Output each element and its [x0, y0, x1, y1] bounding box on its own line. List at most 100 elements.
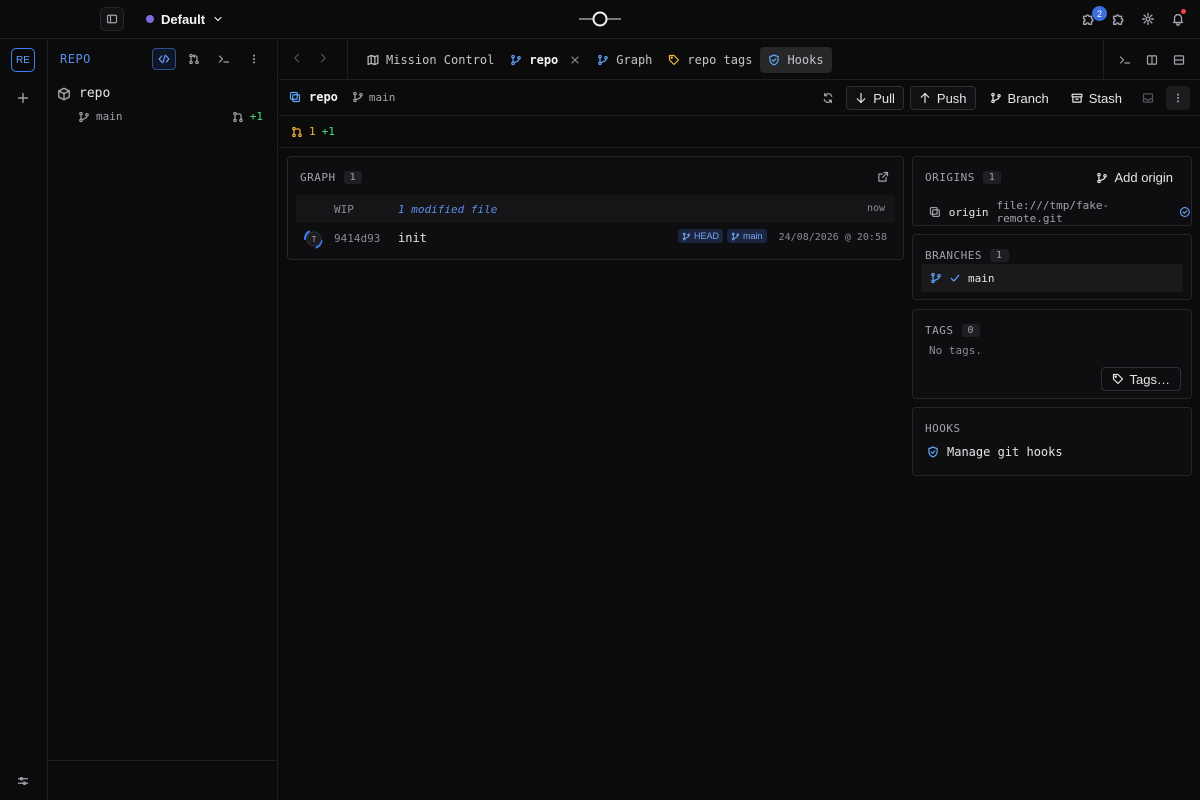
tab-graph[interactable]: Graph — [589, 47, 660, 73]
commit-row[interactable]: T 9414d93 init HEAD main 24/08/2026 @ 20… — [296, 225, 895, 251]
forward-arrow-icon[interactable] — [317, 52, 329, 64]
branch-icon — [682, 232, 691, 240]
refresh-button[interactable] — [816, 86, 840, 110]
sidebar-icon — [106, 14, 118, 24]
branch-icon — [731, 232, 740, 240]
terminal-button[interactable] — [212, 48, 236, 70]
more-vertical-icon — [252, 54, 256, 64]
wip-time: now — [866, 203, 885, 214]
graph-card: GRAPH 1 WIP 1 modified file now T 9414d9… — [287, 156, 904, 260]
more-options-button[interactable] — [242, 48, 266, 70]
tab-repo[interactable]: repo — [502, 47, 589, 73]
code-view-button[interactable] — [152, 48, 176, 70]
origins-count: 1 — [982, 171, 1002, 184]
graph-title: GRAPH — [300, 171, 336, 184]
bell-icon — [1172, 13, 1184, 26]
pull-button[interactable]: Pull — [846, 86, 904, 110]
terminal-icon[interactable] — [1119, 54, 1131, 66]
commit-hash: 9414d93 — [334, 232, 381, 245]
sliders-icon — [17, 776, 29, 786]
ref-label: main — [743, 231, 763, 241]
refresh-icon — [823, 92, 833, 104]
changes-bar: 1 +1 — [279, 116, 1200, 148]
add-project-button[interactable] — [16, 91, 30, 105]
rail-settings-button[interactable] — [17, 775, 29, 787]
notification-badge: 2 — [1092, 6, 1107, 21]
branch-icon — [990, 92, 1001, 104]
check-icon — [950, 274, 960, 282]
tab-hooks[interactable]: Hooks — [760, 47, 832, 73]
tab-label: repo tags — [687, 53, 753, 67]
origins-title: ORIGINS — [925, 171, 975, 184]
chevron-down-icon — [214, 16, 222, 22]
split-vertical-icon[interactable] — [1146, 54, 1158, 66]
repo-sidebar: REPO repo main +1 — [48, 40, 278, 800]
branch-icon — [511, 54, 522, 66]
close-icon[interactable] — [569, 54, 581, 66]
commit-node: T — [303, 230, 323, 249]
stash-pop-button[interactable] — [1136, 86, 1160, 110]
package-icon — [58, 87, 70, 100]
tags-button[interactable]: Tags… — [1100, 367, 1181, 391]
unread-dot — [1181, 9, 1186, 14]
open-graph-button[interactable] — [877, 171, 889, 183]
terminal-icon — [218, 55, 230, 63]
project-button[interactable]: RE — [11, 48, 35, 72]
plugins-button[interactable] — [1110, 9, 1126, 29]
graph-count: 1 — [343, 171, 363, 184]
branches-count: 1 — [989, 249, 1009, 262]
change-summary[interactable]: 1 +1 — [291, 125, 335, 138]
workspace-switcher[interactable]: Default — [146, 10, 224, 28]
manage-hooks-link[interactable]: Manage git hooks — [927, 445, 1063, 459]
origin-url: file:///tmp/fake-remote.git — [996, 199, 1110, 225]
tab-label: Graph — [616, 53, 653, 67]
manage-hooks-label: Manage git hooks — [947, 445, 1063, 459]
tab-mission-control[interactable]: Mission Control — [359, 47, 502, 73]
tag-icon — [1112, 373, 1123, 385]
repo-toolbar: repo main Pull Push Branch Stash — [279, 80, 1200, 116]
add-origin-button[interactable]: Add origin — [1096, 170, 1173, 185]
origin-name: origin — [948, 205, 989, 219]
branch-label: Branch — [1007, 90, 1049, 106]
tags-button-label: Tags… — [1129, 371, 1170, 387]
origin-row[interactable]: origin file:///tmp/fake-remote.git — [929, 199, 1191, 225]
tab-repo-tags[interactable]: repo tags — [660, 47, 760, 73]
repo-name: repo — [309, 90, 338, 104]
hooks-title: HOOKS — [925, 422, 961, 435]
extensions-button[interactable]: 2 — [1080, 6, 1107, 29]
hooks-card: HOOKS Manage git hooks — [912, 407, 1192, 476]
notifications-button[interactable] — [1170, 9, 1186, 29]
current-branch[interactable]: main — [352, 91, 395, 104]
branch-row[interactable]: main — [921, 264, 1183, 292]
branch-icon — [931, 272, 941, 284]
repo-tree-label: repo — [79, 86, 111, 101]
branch-button[interactable]: Branch — [982, 86, 1057, 110]
more-options-button[interactable] — [1166, 86, 1190, 110]
split-horizontal-icon[interactable] — [1173, 54, 1185, 66]
branch-tree-label: main — [96, 110, 123, 123]
push-button[interactable]: Push — [909, 86, 976, 110]
back-arrow-icon[interactable] — [291, 52, 303, 64]
pull-request-icon — [232, 111, 243, 122]
repo-tree-item[interactable]: repo — [57, 86, 110, 101]
wip-row[interactable]: WIP 1 modified file now — [296, 195, 895, 223]
add-origin-label: Add origin — [1114, 170, 1173, 185]
changes-count: 1 — [309, 125, 316, 138]
ref-badge[interactable]: HEAD — [678, 229, 724, 243]
settings-button[interactable] — [1140, 9, 1156, 29]
tab-label: Mission Control — [386, 53, 495, 67]
added-count: +1 — [321, 125, 335, 138]
divider — [48, 760, 278, 761]
tags-count: 0 — [961, 324, 981, 337]
sidebar-toggle-button[interactable] — [100, 7, 124, 31]
pull-request-icon — [292, 126, 302, 137]
stash-button[interactable]: Stash — [1063, 86, 1130, 110]
branch-icon — [598, 54, 609, 66]
tags-empty-text: No tags. — [929, 344, 982, 357]
tab-bar: Mission Control repo Graph repo tags Hoo… — [279, 40, 1200, 80]
branch-change-count: +1 — [249, 110, 263, 123]
pull-label: Pull — [873, 90, 895, 106]
pull-requests-button[interactable] — [182, 48, 206, 70]
ref-badge[interactable]: main — [727, 229, 767, 243]
branch-tree-item[interactable]: main +1 — [78, 110, 263, 123]
